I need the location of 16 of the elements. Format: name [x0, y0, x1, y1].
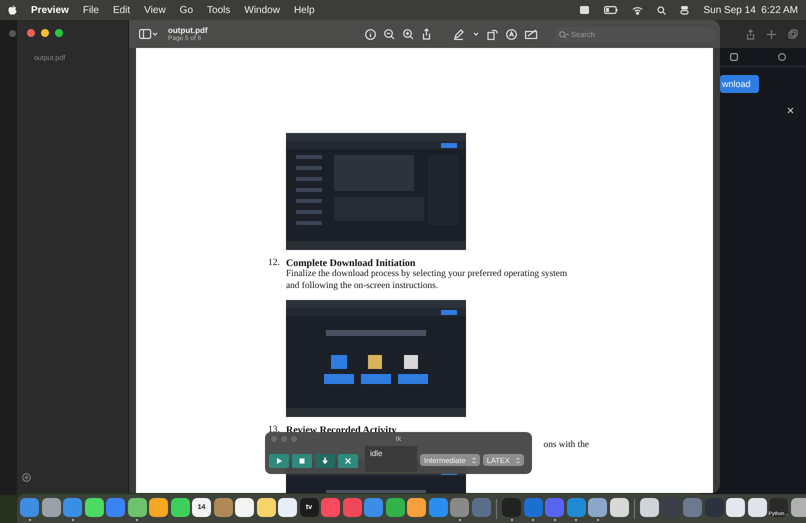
menu-item[interactable]: Help [294, 4, 315, 16]
app-menu[interactable]: Preview [31, 4, 69, 16]
window-title: output.pdf [168, 26, 208, 35]
step-description: ons with the [542, 440, 589, 452]
status-field: idle [365, 446, 417, 472]
menu-bar-clock[interactable]: Sun Sep 14 6:22 AM [703, 4, 798, 16]
list-number: 12. [268, 258, 280, 268]
menu-item[interactable]: File [82, 4, 99, 16]
menu-item[interactable]: Go [180, 4, 194, 16]
menu-item[interactable]: Window [244, 4, 280, 16]
step-description: Finalize the download process by selecting your preferred operating system and following the on-screen instructions. [286, 269, 568, 292]
step-heading: Complete Download Initiation [286, 258, 416, 269]
menu-item[interactable]: Tools [207, 4, 230, 16]
menu-item[interactable]: Edit [112, 4, 130, 16]
menu-item[interactable]: View [144, 4, 166, 16]
download-button[interactable]: wnload [720, 75, 759, 93]
